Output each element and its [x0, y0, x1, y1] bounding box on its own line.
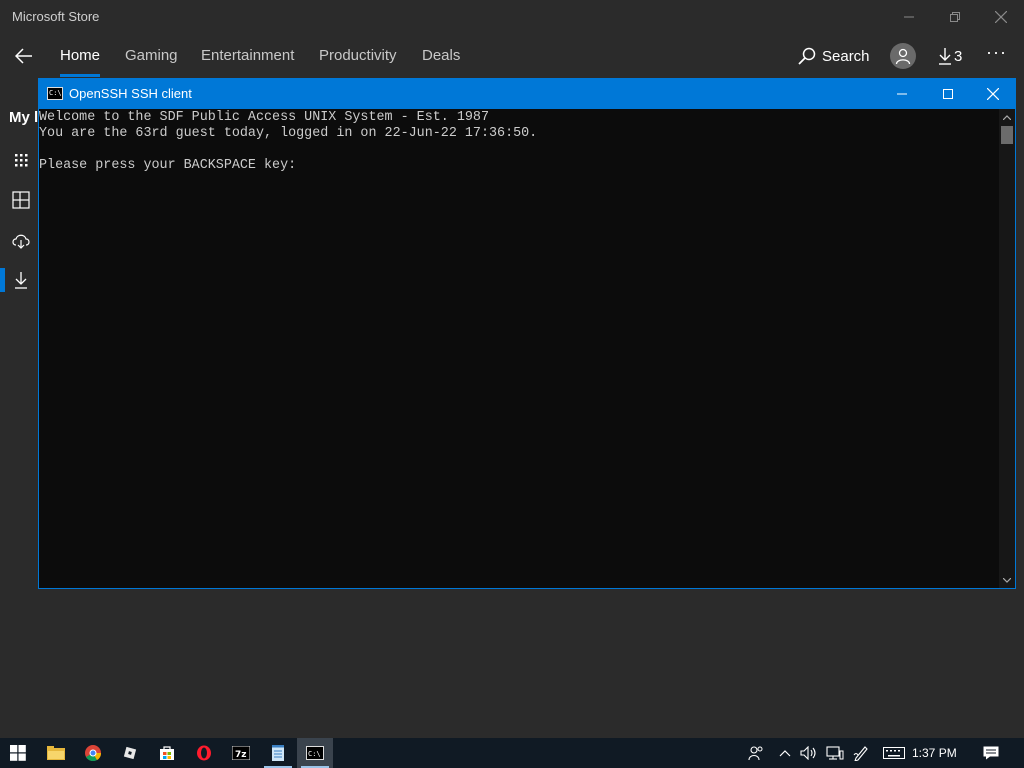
roblox-icon	[123, 746, 137, 760]
action-center-button[interactable]	[978, 738, 1004, 768]
terminal-icon: C:\	[306, 746, 324, 760]
store-titlebar: Microsoft Store	[0, 0, 1024, 34]
apps-grid-icon	[15, 154, 28, 167]
back-arrow-icon	[15, 48, 32, 64]
cloud-download-icon	[12, 234, 30, 249]
tray-touch-keyboard-button[interactable]	[880, 738, 908, 768]
scroll-thumb[interactable]	[1001, 126, 1013, 144]
store-icon	[160, 746, 174, 760]
downloads-count: 3	[954, 47, 963, 65]
sidebar-library-button[interactable]	[10, 189, 32, 211]
ssh-window-title: OpenSSH SSH client	[69, 86, 192, 101]
chevron-down-icon	[1003, 577, 1011, 583]
ssh-client-window[interactable]: C:\ OpenSSH SSH client Welcome to the SD…	[38, 78, 1016, 589]
taskbar-clock[interactable]: 1:37 PM	[912, 746, 957, 760]
store-minimize-button[interactable]	[886, 0, 932, 34]
close-icon	[995, 11, 1007, 23]
chevron-up-icon	[779, 750, 791, 757]
sidebar-apps-button[interactable]	[10, 149, 32, 171]
maximize-icon	[943, 89, 953, 99]
store-nav-bar: Home Gaming Entertainment Productivity D…	[0, 34, 1024, 78]
tray-show-hidden-button[interactable]	[776, 738, 794, 768]
more-options-button[interactable]: ···	[986, 42, 1014, 66]
console-app-icon: C:\	[47, 87, 63, 100]
terminal-line: Welcome to the SDF Public Access UNIX Sy…	[39, 110, 489, 125]
tab-productivity[interactable]: Productivity	[319, 47, 397, 64]
taskbar-notepad[interactable]	[260, 738, 296, 768]
store-restore-button[interactable]	[932, 0, 978, 34]
taskbar-7zip[interactable]: 7z	[223, 738, 259, 768]
download-arrow-icon	[939, 48, 951, 65]
taskbar: 7z C:\ 1:37 PM	[0, 738, 1024, 768]
terminal-line: Please press your BACKSPACE key:	[39, 158, 297, 173]
svg-text:7z: 7z	[235, 750, 247, 760]
close-icon	[987, 88, 999, 100]
tray-volume-button[interactable]	[798, 738, 820, 768]
minimize-icon	[897, 93, 907, 95]
taskbar-roblox[interactable]	[112, 738, 148, 768]
sidebar-cloud-button[interactable]	[10, 230, 32, 252]
active-tab-indicator	[60, 74, 100, 77]
restore-icon	[950, 12, 960, 22]
ssh-maximize-button[interactable]	[925, 79, 971, 109]
tray-pen-button[interactable]	[850, 738, 872, 768]
sidebar-heading: My l	[9, 109, 39, 126]
pen-workspace-icon	[853, 746, 868, 761]
minimize-icon	[904, 16, 914, 18]
taskbar-file-explorer[interactable]	[38, 738, 74, 768]
taskbar-store[interactable]	[149, 738, 185, 768]
notification-icon	[983, 746, 999, 760]
7zip-icon: 7z	[232, 746, 250, 760]
account-avatar[interactable]	[890, 43, 916, 69]
chrome-icon	[85, 745, 101, 761]
taskbar-opera[interactable]	[186, 738, 222, 768]
sidebar-active-indicator	[0, 268, 5, 292]
speaker-icon	[800, 746, 816, 760]
notepad-icon	[272, 745, 284, 761]
ssh-titlebar[interactable]: C:\ OpenSSH SSH client	[39, 79, 1015, 109]
tray-people-button[interactable]	[744, 738, 768, 768]
ssh-minimize-button[interactable]	[879, 79, 925, 109]
chevron-up-icon	[1003, 114, 1011, 120]
opera-icon	[197, 745, 211, 761]
back-button[interactable]	[8, 40, 40, 72]
network-icon	[826, 746, 844, 760]
store-window-title: Microsoft Store	[12, 9, 100, 24]
svg-text:C:\: C:\	[308, 750, 321, 758]
taskbar-chrome[interactable]	[75, 738, 111, 768]
tab-entertainment[interactable]: Entertainment	[201, 47, 294, 64]
terminal-scrollbar[interactable]	[999, 109, 1015, 588]
tab-deals[interactable]: Deals	[422, 47, 460, 64]
people-icon	[748, 746, 763, 760]
keyboard-icon	[883, 747, 905, 759]
search-icon	[798, 47, 816, 65]
downloads-button[interactable]: 3	[938, 44, 962, 68]
start-button[interactable]	[0, 738, 36, 768]
ssh-close-button[interactable]	[970, 79, 1016, 109]
store-close-button[interactable]	[978, 0, 1024, 34]
search-label: Search	[822, 47, 870, 65]
tab-gaming[interactable]: Gaming	[125, 47, 178, 64]
taskbar-terminal[interactable]: C:\	[297, 738, 333, 768]
tab-home[interactable]: Home	[60, 47, 100, 64]
sidebar-downloads-button[interactable]	[10, 269, 32, 291]
file-explorer-icon	[47, 746, 65, 760]
windows-logo-icon	[10, 745, 26, 761]
scroll-down-button[interactable]	[999, 572, 1015, 588]
scroll-up-button[interactable]	[999, 109, 1015, 125]
downloads-icon	[15, 272, 27, 289]
terminal-line: You are the 63rd guest today, logged in …	[39, 126, 538, 141]
library-icon	[12, 191, 30, 209]
search-button[interactable]: Search	[798, 44, 870, 68]
tray-network-button[interactable]	[824, 738, 846, 768]
person-icon	[895, 48, 911, 64]
terminal-output[interactable]: Welcome to the SDF Public Access UNIX Sy…	[39, 109, 999, 587]
